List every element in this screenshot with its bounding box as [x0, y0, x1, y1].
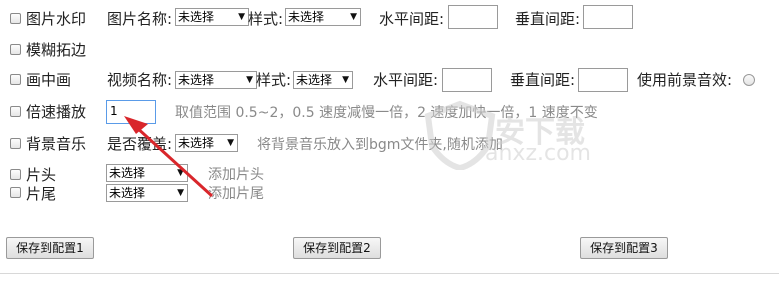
watermark-logo: 安下载 anxz.com	[335, 95, 605, 175]
watermark-url: anxz.com	[485, 141, 591, 166]
